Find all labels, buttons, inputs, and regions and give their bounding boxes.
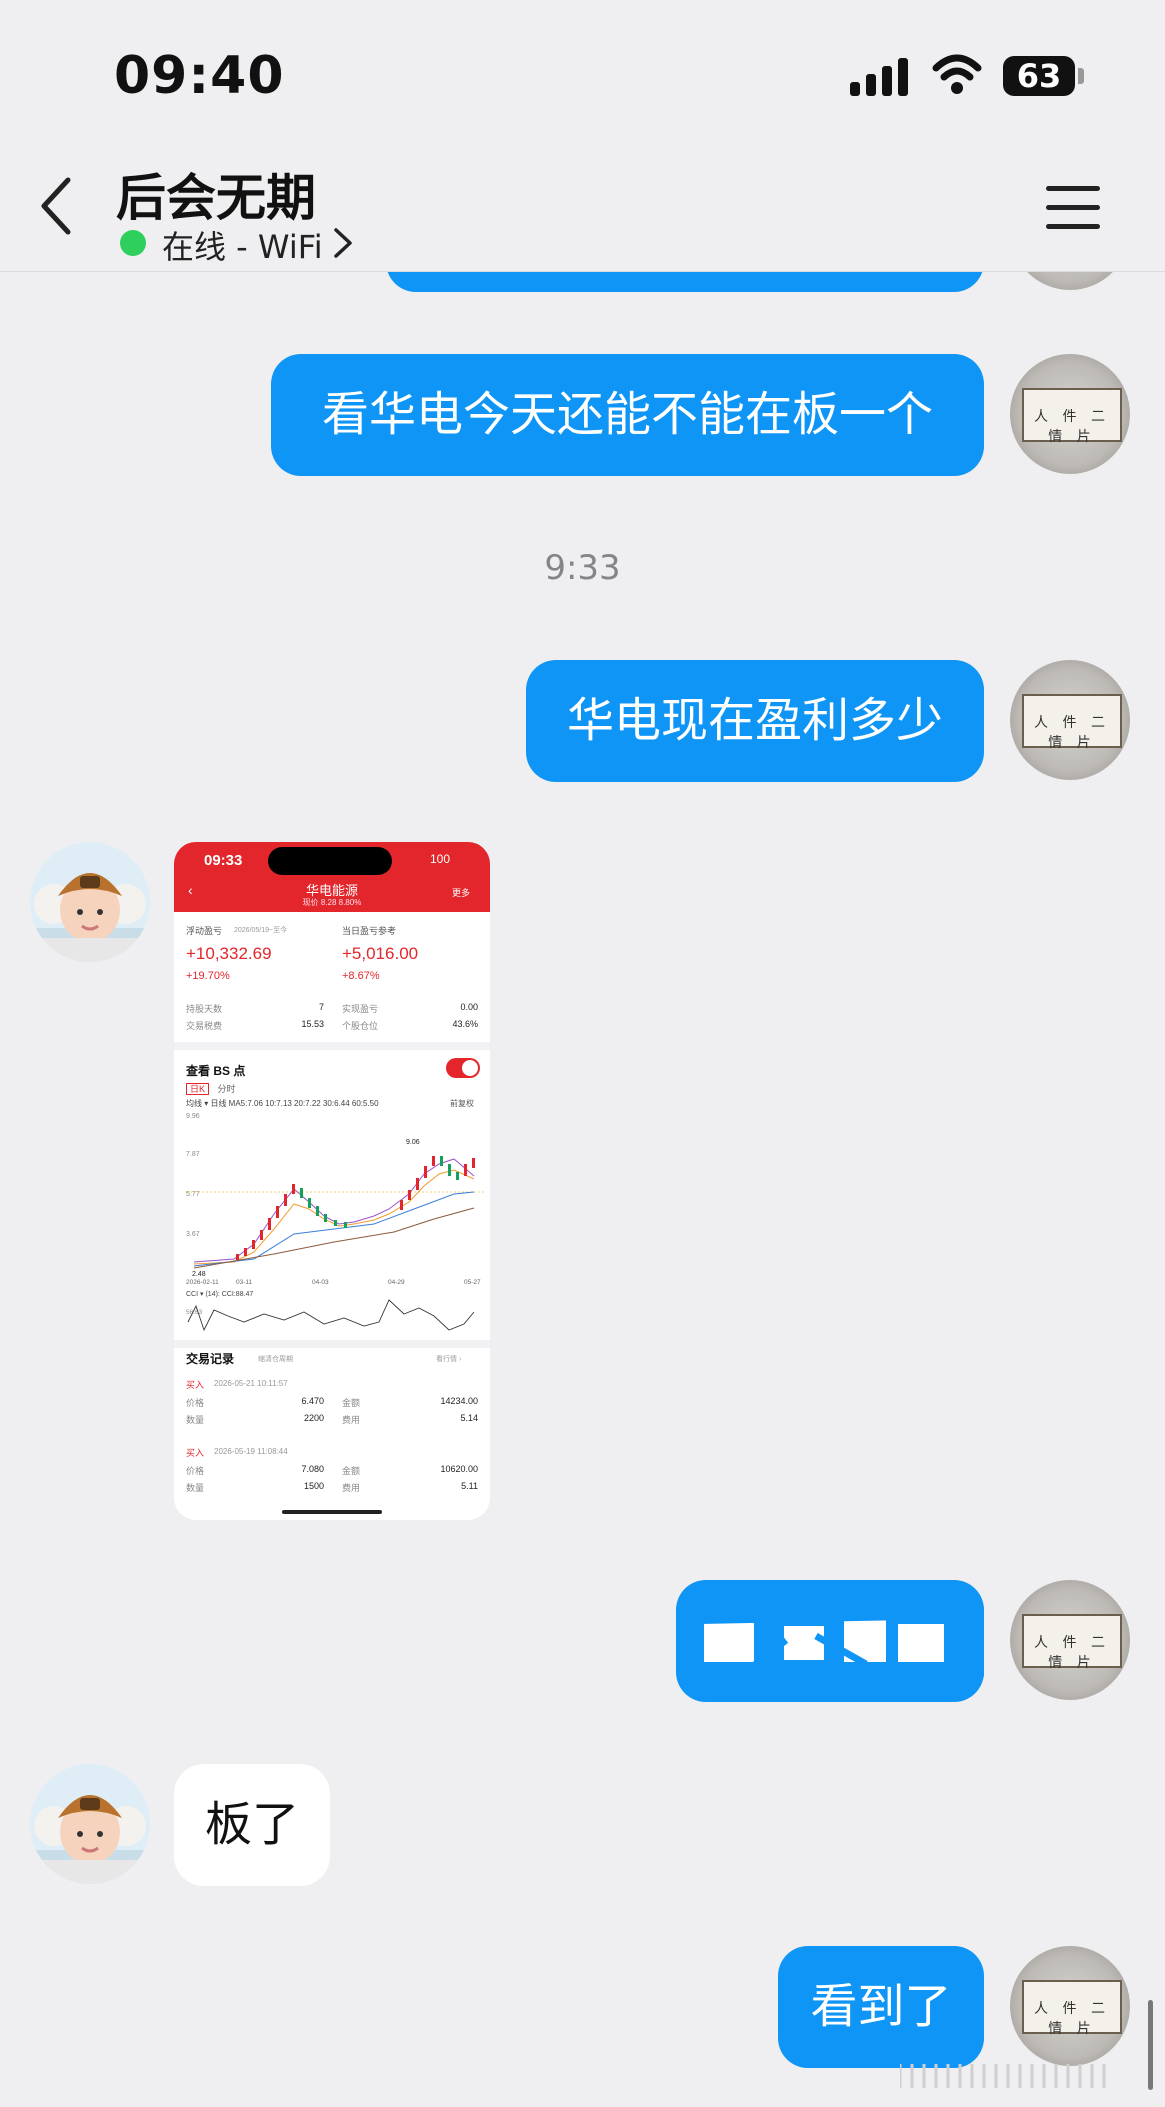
float-pl-pct: +19.70% (186, 970, 230, 982)
trades-filter: 缩清仓周期 (258, 1356, 293, 1363)
contact-name[interactable]: 后会无期 (116, 158, 316, 230)
home-indicator (282, 1510, 382, 1514)
svg-text:04-03: 04-03 (312, 1279, 329, 1284)
trade-price-label: 价格 (186, 1398, 205, 1408)
position: 43.6% (452, 1019, 478, 1029)
message-text: 看华电今天还能不能在板一个 (322, 387, 933, 443)
svg-text:05-27: 05-27 (464, 1279, 481, 1284)
trade-side: 买入 (186, 1380, 205, 1390)
trade-price-label: 价格 (186, 1466, 205, 1476)
tab-intraday: 分时 (217, 1084, 236, 1094)
svg-text:5.77: 5.77 (186, 1191, 200, 1198)
realized-label: 实现盈亏 (342, 1004, 379, 1014)
status-bar: 09:40 63 (0, 0, 1165, 150)
svg-text:03-11: 03-11 (236, 1279, 253, 1284)
position-label: 个股仓位 (342, 1021, 379, 1031)
trade-price: 6.470 (301, 1396, 324, 1406)
self-avatar[interactable]: 人 件 二 情 片 (1010, 1580, 1130, 1700)
kline-chart: 9.96 7.87 5.77 3.67 9.06 2.48 2026-02-11… (186, 1113, 484, 1284)
self-avatar[interactable]: 人 件 二 情 片 (1010, 354, 1130, 474)
wifi-icon (932, 54, 982, 94)
peer-avatar[interactable] (30, 1764, 150, 1884)
battery-icon: 63 (1003, 56, 1075, 96)
svg-text:9.06: 9.06 (406, 1139, 420, 1146)
incoming-message[interactable]: 板了 (174, 1764, 330, 1886)
shared-screenshot-image[interactable]: 09:33 100 ‹ 华电能源 现价 8.28 8.80% 更多 浮动盈亏 2… (174, 842, 490, 1520)
trade-amount-label: 金额 (342, 1398, 361, 1408)
fee: 15.53 (301, 1019, 324, 1029)
day-pl-label: 当日盈亏参考 (342, 926, 397, 936)
dynamic-island (268, 847, 392, 875)
message-timestamp: 9:33 (544, 548, 621, 588)
redaction-scribble (676, 1609, 984, 1683)
screenshot-header: 09:33 100 ‹ 华电能源 现价 8.28 8.80% 更多 (174, 842, 490, 912)
bs-toggle (446, 1058, 480, 1078)
watermark-lines (900, 2064, 1106, 2088)
peer-avatar[interactable] (30, 842, 150, 962)
back-arrow-icon[interactable] (36, 174, 76, 238)
svg-text:CCI ▾ (14): CCI:88.47: CCI ▾ (14): CCI:88.47 (186, 1291, 253, 1298)
screenshot-time: 09:33 (204, 852, 243, 869)
battery-tip (1078, 68, 1084, 84)
bs-title: 查看 BS 点 (186, 1064, 246, 1078)
scrollbar[interactable] (1148, 2000, 1153, 2090)
hold-days-label: 持股天数 (186, 1004, 223, 1014)
svg-text:3.67: 3.67 (186, 1231, 200, 1238)
trade-amount-label: 金额 (342, 1466, 361, 1476)
screenshot-more: 更多 (452, 888, 471, 898)
message-text: 板了 (205, 1797, 299, 1853)
self-avatar[interactable]: 人 件 二 情 片 (1010, 660, 1130, 780)
outgoing-message[interactable]: 看到了 (778, 1946, 984, 2068)
svg-text:04-29: 04-29 (388, 1279, 405, 1284)
float-pl-value: +10,332.69 (186, 944, 272, 963)
float-pl-label: 浮动盈亏 (186, 926, 223, 936)
cellular-signal-icon (850, 58, 910, 96)
svg-text:9.96: 9.96 (186, 1113, 200, 1120)
stock-price-line: 现价 8.28 8.80% (302, 898, 362, 907)
hold-days: 7 (318, 1002, 324, 1012)
trade-qty-label: 数量 (186, 1415, 205, 1425)
message-text: 华电现在盈利多少 (567, 693, 943, 749)
trade-amount: 10620.00 (440, 1464, 478, 1474)
realized: 0.00 (460, 1002, 478, 1012)
screenshot-battery: 100 (430, 852, 451, 866)
trades-more: 看行情 › (436, 1356, 462, 1363)
outgoing-message[interactable]: 华电现在盈利多少 (526, 660, 984, 782)
fee-label: 交易税费 (186, 1021, 223, 1031)
trade-qty-label: 数量 (186, 1483, 205, 1493)
trade-cost: 5.14 (460, 1413, 478, 1423)
chevron-right-icon[interactable] (332, 226, 354, 260)
trade-qty: 2200 (303, 1413, 324, 1423)
divider (174, 1042, 490, 1050)
day-pl-pct: +8.67% (342, 970, 380, 982)
trades-title: 交易记录 (186, 1352, 235, 1366)
svg-text:2.48: 2.48 (192, 1271, 206, 1278)
trade-qty: 1500 (303, 1481, 324, 1491)
trade-side: 买入 (186, 1448, 205, 1458)
svg-text:7.87: 7.87 (186, 1151, 200, 1158)
trade-time: 2026-05-19 11:08:44 (214, 1447, 288, 1456)
menu-icon[interactable] (1046, 186, 1100, 230)
trade-time: 2026-05-21 10:11:57 (214, 1379, 288, 1388)
clock: 09:40 (114, 46, 285, 106)
trade-amount: 14234.00 (440, 1396, 478, 1406)
trade-cost-label: 费用 (342, 1483, 361, 1493)
online-status-text[interactable]: 在线 - WiFi (162, 222, 323, 268)
float-pl-date: 2026/05/19~至今 (234, 927, 288, 934)
kline-tabs: 日K 分时 (186, 1082, 236, 1095)
trade-cost-label: 费用 (342, 1415, 361, 1425)
divider (174, 1340, 490, 1348)
trade-cost: 5.11 (461, 1481, 478, 1491)
battery-level: 63 (1016, 57, 1062, 95)
cci-indicator-chart: CCI ▾ (14): CCI:88.47 56.63 (186, 1291, 475, 1332)
tab-day-k: 日K (186, 1083, 210, 1095)
chat-header: 后会无期 在线 - WiFi (0, 150, 1165, 272)
svg-text:2026-02-11: 2026-02-11 (186, 1279, 219, 1284)
online-status-icon (120, 230, 146, 256)
message-text: 看到了 (810, 1979, 952, 2035)
self-avatar[interactable]: 人 件 二 情 片 (1010, 1946, 1130, 2066)
day-pl-value: +5,016.00 (342, 944, 419, 963)
trade-price: 7.080 (301, 1464, 324, 1474)
outgoing-message[interactable]: 看华电今天还能不能在板一个 (271, 354, 984, 476)
